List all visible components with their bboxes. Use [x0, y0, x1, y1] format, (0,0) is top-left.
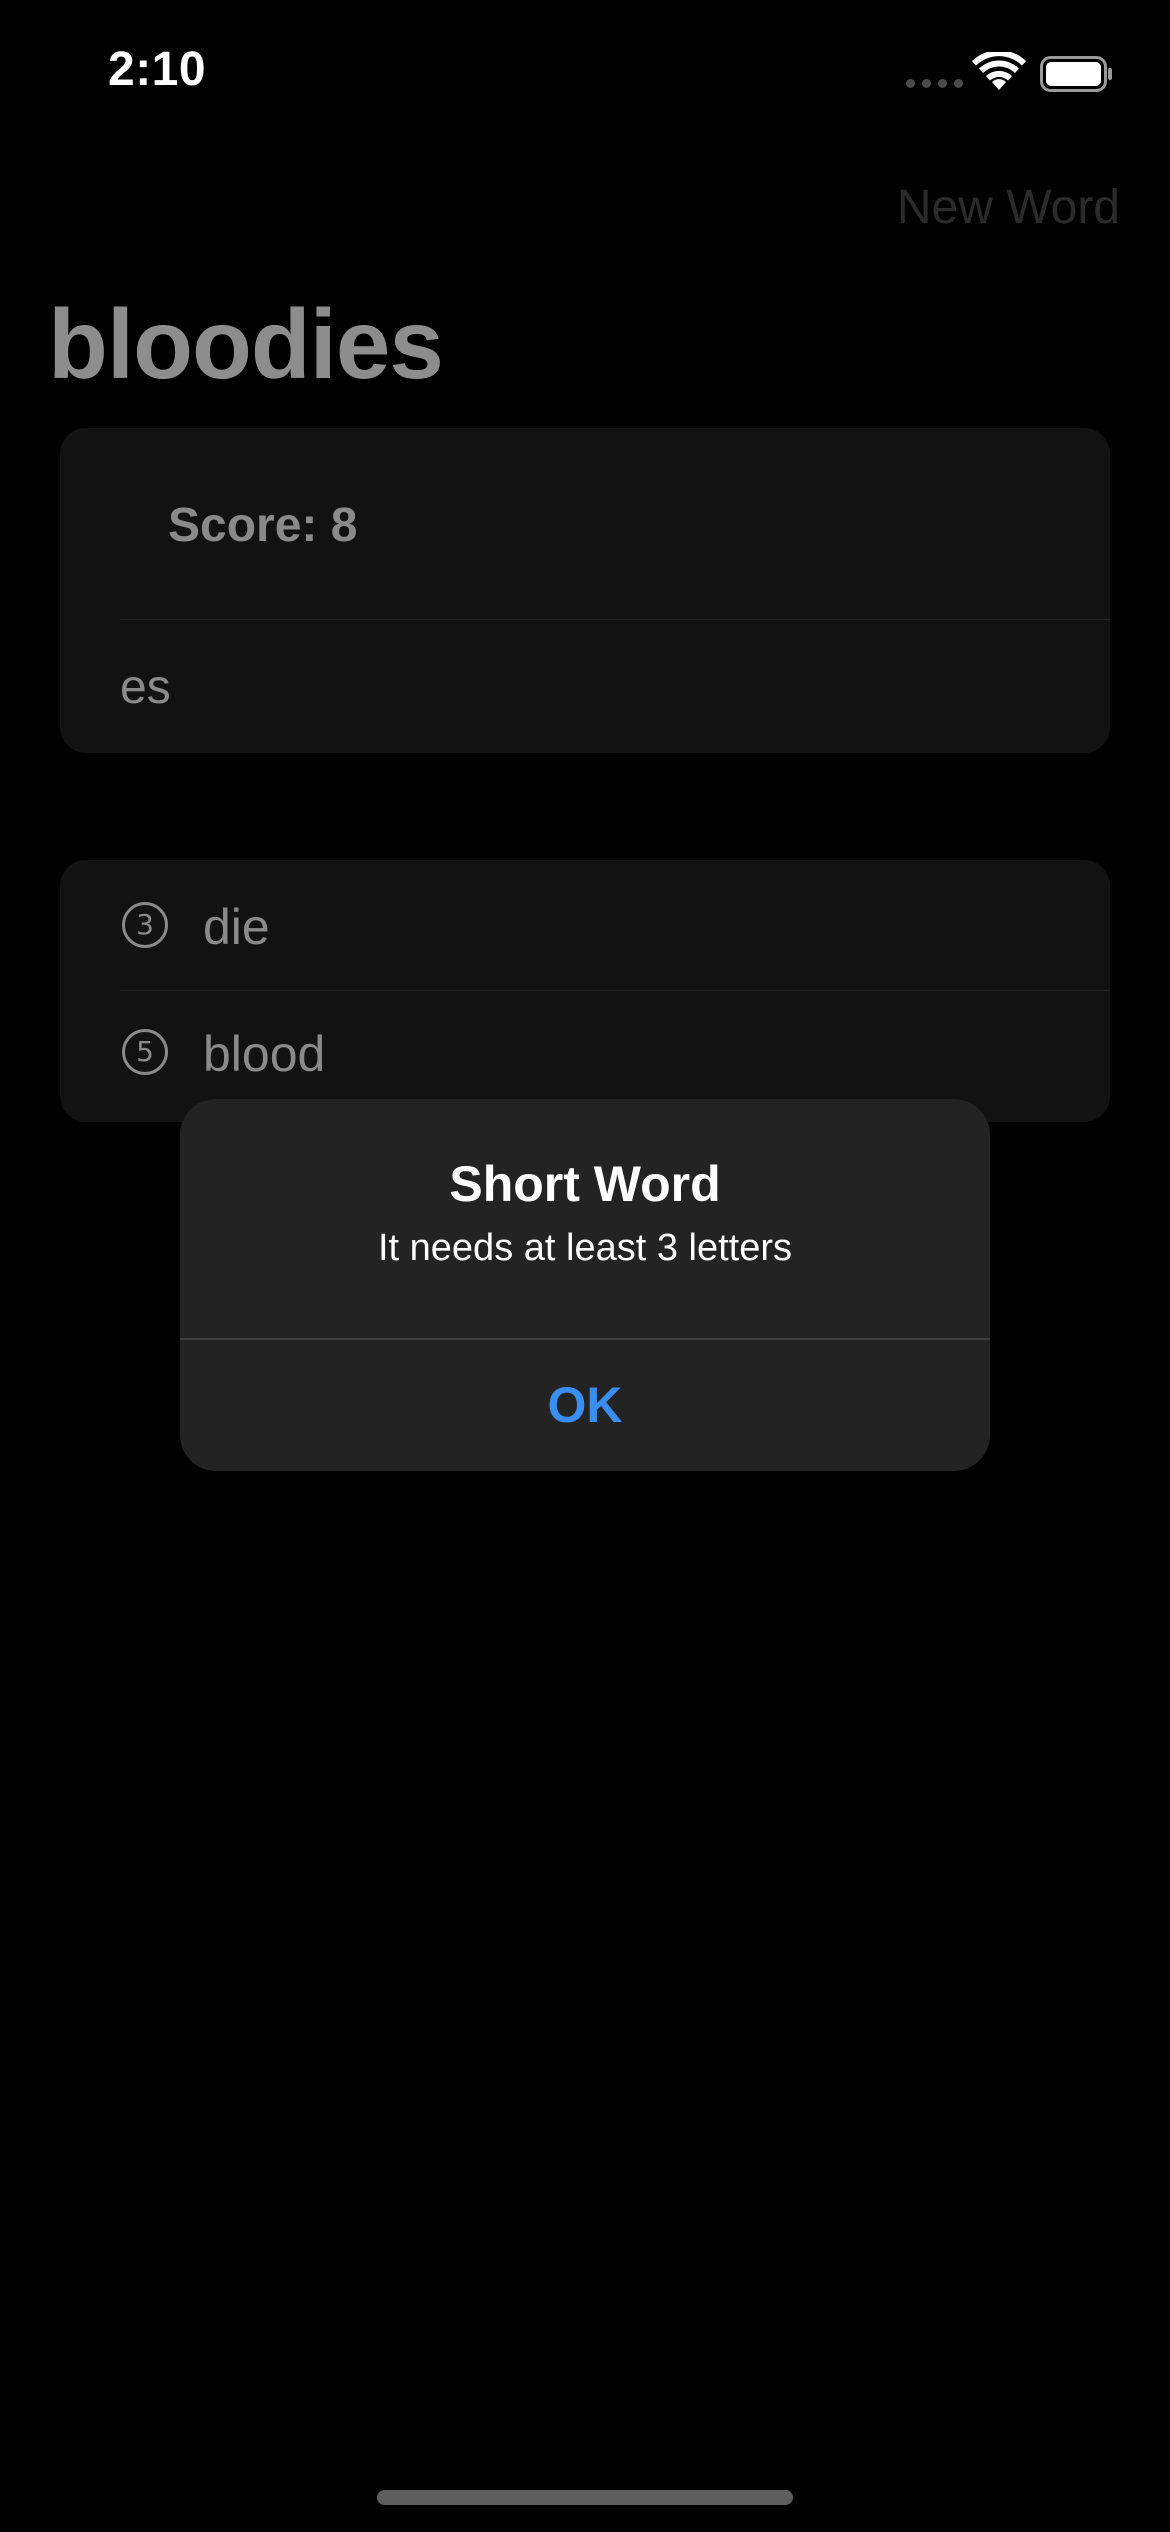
- word-entry-field[interactable]: es: [120, 660, 171, 715]
- alert-message: It needs at least 3 letters: [377, 1227, 792, 1269]
- used-words-list: 3 die 5 blood: [60, 860, 1110, 1122]
- new-word-button[interactable]: New Word: [897, 180, 1120, 235]
- divider: [120, 619, 1110, 620]
- battery-icon: [1040, 56, 1112, 92]
- cellular-signal-icon: [906, 79, 963, 88]
- home-indicator[interactable]: [377, 2490, 793, 2505]
- list-item: 3 die: [60, 860, 1110, 990]
- wifi-icon: [972, 52, 1026, 90]
- alert-dialog: Short Word It needs at least 3 letters O…: [180, 1099, 990, 1471]
- alert-title: Short Word: [449, 1156, 721, 1212]
- word-label: die: [203, 899, 270, 955]
- ok-button[interactable]: OK: [180, 1340, 990, 1471]
- count-circle-icon: 3: [122, 902, 168, 948]
- score-label: Score: 8: [168, 499, 358, 552]
- status-bar: 2:10: [0, 0, 1170, 140]
- count-circle-icon: 5: [122, 1029, 168, 1075]
- score-card: Score: 8 es: [60, 428, 1110, 753]
- word-label: blood: [203, 1026, 326, 1082]
- page-title: bloodies: [48, 289, 444, 399]
- status-time: 2:10: [108, 43, 207, 96]
